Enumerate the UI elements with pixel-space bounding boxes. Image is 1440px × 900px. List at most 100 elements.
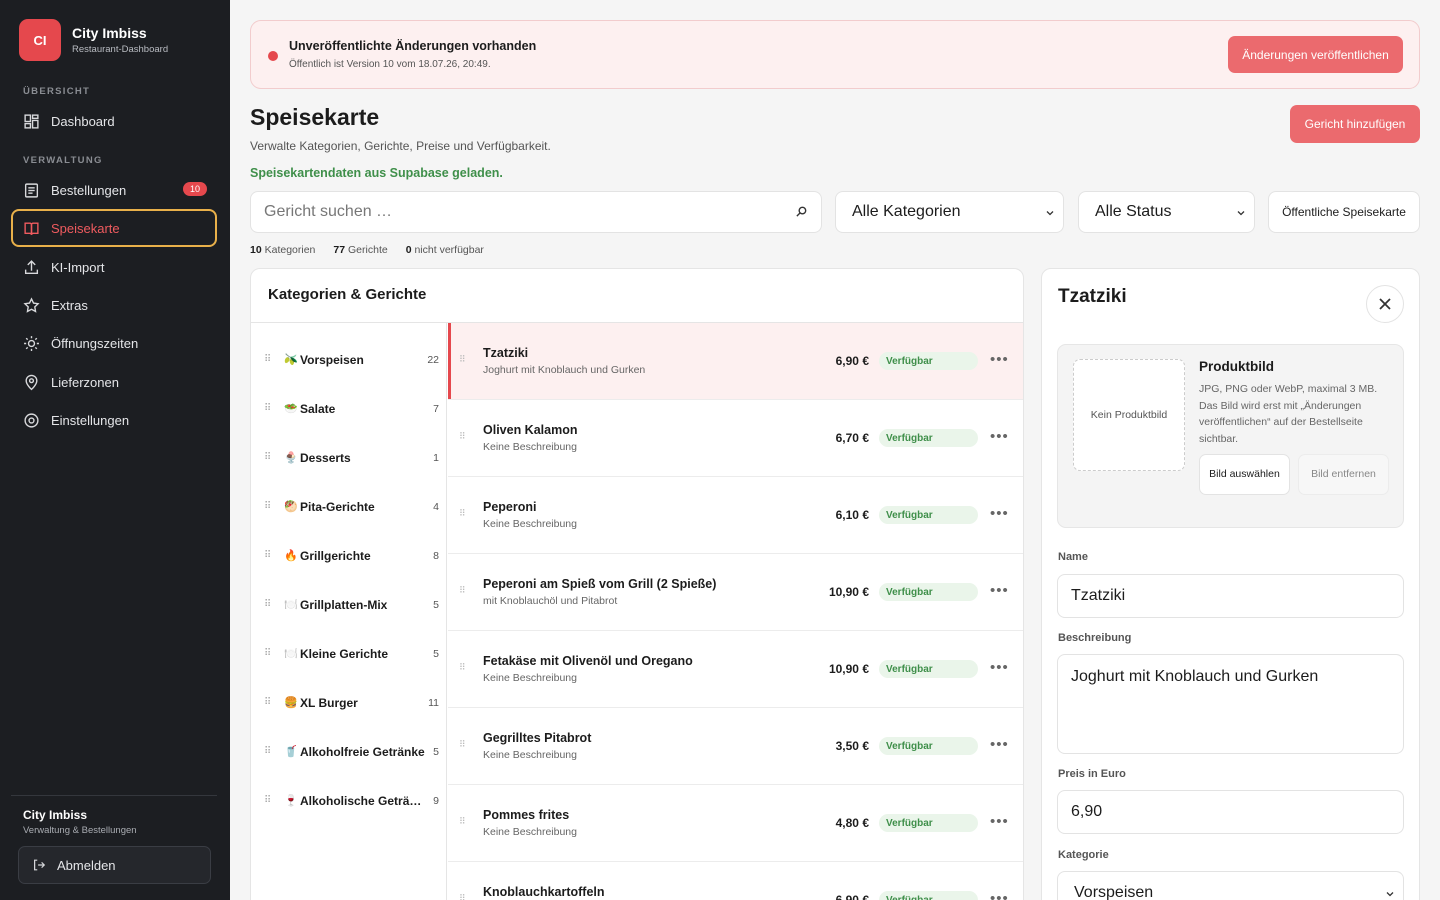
- status-dot: [268, 51, 278, 61]
- more-options-icon[interactable]: •••: [990, 505, 1009, 522]
- description-field[interactable]: Joghurt mit Knoblauch und Gurken: [1057, 654, 1404, 754]
- category-emoji-icon: 🫒: [284, 354, 298, 366]
- sidebar-item-extras[interactable]: Extras: [11, 286, 217, 324]
- drag-handle-icon[interactable]: ⠿: [459, 354, 466, 365]
- gear-icon: [24, 412, 39, 428]
- category-count: 5: [433, 745, 439, 758]
- drag-handle-icon[interactable]: ⠿: [264, 697, 271, 708]
- drag-handle-icon[interactable]: ⠿: [264, 746, 271, 757]
- status-filter-select[interactable]: Alle Status: [1078, 191, 1255, 233]
- remove-image-button[interactable]: Bild entfernen: [1298, 454, 1389, 495]
- detail-title: Tzatziki: [1058, 286, 1127, 307]
- availability-badge[interactable]: Verfügbar: [879, 660, 978, 678]
- more-options-icon[interactable]: •••: [990, 890, 1009, 900]
- category-item[interactable]: ⠿ 🫒 Vorspeisen 22: [251, 335, 447, 384]
- orders-count-badge: 10: [182, 182, 207, 196]
- category-item[interactable]: ⠿ 🍽️ Grillplatten-Mix 5: [251, 580, 447, 629]
- drag-handle-icon[interactable]: ⠿: [264, 452, 271, 463]
- brand[interactable]: CI City Imbiss Restaurant-Dashboard: [19, 19, 168, 61]
- dish-price: 6,90 €: [835, 893, 869, 900]
- drag-handle-icon[interactable]: ⠿: [264, 354, 271, 365]
- drag-handle-icon[interactable]: ⠿: [459, 431, 466, 442]
- category-filter-select[interactable]: Alle Kategorien: [835, 191, 1064, 233]
- sidebar-item-settings[interactable]: Einstellungen: [11, 401, 217, 439]
- category-item[interactable]: ⠿ 🍨 Desserts 1: [251, 433, 447, 482]
- category-count: 11: [428, 696, 439, 709]
- dish-row[interactable]: ⠿ Peperoni Keine Beschreibung 6,10 € Verfügb…: [448, 477, 1023, 554]
- drag-handle-icon[interactable]: ⠿: [264, 501, 271, 512]
- availability-badge[interactable]: Verfügbar: [879, 737, 978, 755]
- more-options-icon[interactable]: •••: [990, 736, 1009, 753]
- drag-handle-icon[interactable]: ⠿: [264, 403, 271, 414]
- image-placeholder[interactable]: Kein Produktbild: [1073, 359, 1185, 471]
- category-count: 22: [427, 353, 439, 366]
- dish-row[interactable]: ⠿ Peperoni am Spieß vom Grill (2 Spieße) m…: [448, 554, 1023, 631]
- drag-handle-icon[interactable]: ⠿: [264, 648, 271, 659]
- drag-handle-icon[interactable]: ⠿: [264, 599, 271, 610]
- more-options-icon[interactable]: •••: [990, 428, 1009, 445]
- category-select-value: Vorspeisen: [1074, 884, 1154, 900]
- drag-handle-icon[interactable]: ⠿: [459, 508, 466, 519]
- drag-handle-icon[interactable]: ⠿: [459, 662, 466, 673]
- logout-button[interactable]: Abmelden: [18, 846, 211, 884]
- page-subtitle: Verwalte Kategorien, Gerichte, Preise un…: [250, 139, 551, 153]
- search-input[interactable]: Gericht suchen …: [250, 191, 822, 233]
- category-item[interactable]: ⠿ 🍔 XL Burger 11: [251, 678, 447, 727]
- category-item[interactable]: ⠿ 🍷 Alkoholische Getränke 9: [251, 776, 447, 825]
- drag-handle-icon[interactable]: ⠿: [459, 739, 466, 750]
- close-button[interactable]: [1366, 285, 1404, 323]
- sidebar-item-label: Dashboard: [51, 113, 115, 129]
- sidebar-item-opening-hours[interactable]: Öffnungszeiten: [11, 324, 217, 362]
- availability-badge[interactable]: Verfügbar: [879, 429, 978, 447]
- category-name: Grillgerichte: [300, 548, 371, 563]
- availability-badge[interactable]: Verfügbar: [879, 583, 978, 601]
- more-options-icon[interactable]: •••: [990, 351, 1009, 368]
- availability-badge[interactable]: Verfügbar: [879, 891, 978, 900]
- dish-row[interactable]: ⠿ Fetakäse mit Olivenöl und Oregano Keine …: [448, 631, 1023, 708]
- dish-detail-panel: Tzatziki Kein Produktbild Produktbild JP…: [1041, 268, 1420, 900]
- sidebar-item-menu[interactable]: Speisekarte: [11, 209, 217, 247]
- category-count: 7: [433, 402, 439, 415]
- banner-title: Unveröffentlichte Änderungen vorhanden: [289, 39, 537, 53]
- add-dish-button[interactable]: Gericht hinzufügen: [1290, 105, 1420, 143]
- name-field[interactable]: Tzatziki: [1057, 574, 1404, 618]
- sidebar: CI City Imbiss Restaurant-Dashboard ÜBER…: [0, 0, 230, 900]
- drag-handle-icon[interactable]: ⠿: [459, 816, 466, 827]
- drag-handle-icon[interactable]: ⠿: [264, 795, 271, 806]
- availability-badge[interactable]: Verfügbar: [879, 814, 978, 832]
- drag-handle-icon[interactable]: ⠿: [264, 550, 271, 561]
- page-title: Speisekarte: [250, 104, 380, 130]
- sidebar-item-orders[interactable]: Bestellungen 10: [11, 171, 217, 209]
- public-menu-button[interactable]: Öffentliche Speisekarte: [1268, 191, 1420, 233]
- drag-handle-icon[interactable]: ⠿: [459, 585, 466, 596]
- category-select[interactable]: Vorspeisen: [1057, 871, 1404, 900]
- drag-handle-icon[interactable]: ⠿: [459, 893, 466, 900]
- choose-image-button[interactable]: Bild auswählen: [1199, 454, 1290, 495]
- category-filter-value: Alle Kategorien: [852, 203, 961, 220]
- sidebar-item-delivery-zones[interactable]: Lieferzonen: [11, 363, 217, 401]
- category-item[interactable]: ⠿ 🥗 Salate 7: [251, 384, 447, 433]
- more-options-icon[interactable]: •••: [990, 813, 1009, 830]
- category-item[interactable]: ⠿ 🔥 Grillgerichte 8: [251, 531, 447, 580]
- availability-badge[interactable]: Verfügbar: [879, 506, 978, 524]
- sidebar-item-dashboard[interactable]: Dashboard: [11, 102, 217, 140]
- availability-badge[interactable]: Verfügbar: [879, 352, 978, 370]
- dish-description: Keine Beschreibung: [483, 441, 577, 453]
- more-options-icon[interactable]: •••: [990, 659, 1009, 676]
- dish-row[interactable]: ⠿ Oliven Kalamon Keine Beschreibung 6,70 € V…: [448, 400, 1023, 477]
- stat-unavailable: 0 nicht verfügbar: [405, 244, 484, 256]
- category-item[interactable]: ⠿ 🍽️ Kleine Gerichte 5: [251, 629, 447, 678]
- chevron-down-icon: [1386, 892, 1394, 897]
- dish-row[interactable]: ⠿ Pommes frites Keine Beschreibung 4,80 € Ve…: [448, 785, 1023, 862]
- price-field[interactable]: 6,90: [1057, 790, 1404, 834]
- publish-button[interactable]: Änderungen veröffentlichen: [1228, 36, 1403, 73]
- sidebar-item-ai-import[interactable]: KI-Import: [11, 248, 217, 286]
- category-item[interactable]: ⠿ 🥤 Alkoholfreie Getränke 5: [251, 727, 447, 776]
- category-item[interactable]: ⠿ 🥙 Pita-Gerichte 4: [251, 482, 447, 531]
- price-label: Preis in Euro: [1058, 768, 1126, 780]
- dish-row[interactable]: ⠿ Knoblauchkartoffeln 6,90 € Verfügbar •••: [448, 862, 1023, 900]
- dish-row[interactable]: ⠿ Tzatziki Joghurt mit Knoblauch und Gurke…: [448, 323, 1023, 400]
- more-options-icon[interactable]: •••: [990, 582, 1009, 599]
- dish-row[interactable]: ⠿ Gegrilltes Pitabrot Keine Beschreibung 3,…: [448, 708, 1023, 785]
- upload-icon: [24, 259, 39, 274]
